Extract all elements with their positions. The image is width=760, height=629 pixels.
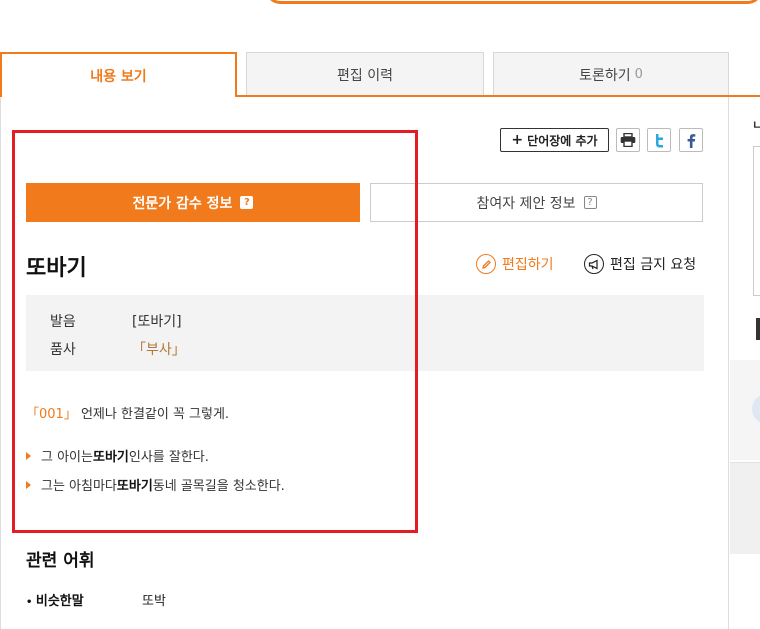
print-icon (620, 133, 636, 147)
sidebar-marker (756, 318, 760, 340)
twitter-icon (656, 133, 663, 147)
pos-row: 품사 「부사」 (50, 339, 186, 359)
subtab-label: 참여자 제안 정보 (476, 195, 576, 212)
tab-label: 토론하기 (579, 67, 631, 84)
content-border-left (0, 97, 1, 629)
print-button[interactable] (616, 128, 640, 152)
tab-edit-history[interactable]: 편집 이력 (246, 52, 484, 96)
example-pre: 그는 아침마다 (41, 479, 117, 494)
tab-content-view[interactable]: 내용 보기 (0, 52, 237, 97)
add-to-wordbook-button[interactable]: + 단어장에 추가 (500, 128, 609, 152)
synonym-key: 비슷한말 (26, 590, 142, 609)
tab-expert-info[interactable]: 전문가 감수 정보 ? (26, 183, 360, 222)
megaphone-icon (584, 254, 604, 274)
bullet-icon (26, 451, 31, 460)
headword: 또바기 (26, 256, 87, 281)
sidebar-box (753, 146, 760, 296)
help-icon[interactable]: ? (583, 196, 597, 209)
tab-label: 내용 보기 (90, 68, 147, 85)
top-nav-icons (120, 0, 186, 4)
content-tabs: 내용 보기 편집 이력 토론하기 0 (0, 52, 760, 97)
synonym-value[interactable]: 또박 (142, 590, 166, 609)
pronunciation-key: 발음 (50, 314, 76, 330)
content-border-right (728, 97, 729, 629)
example-pre: 그 아이는 (41, 450, 93, 465)
entry-info-box: 발음 [또바기] 품사 「부사」 (26, 295, 704, 371)
example-bold: 또바기 (116, 479, 153, 494)
example-post: 인사를 잘한다. (128, 450, 209, 465)
twitter-share-button[interactable] (647, 128, 671, 152)
active-tab-gap (2, 95, 235, 97)
edit-ban-request-button[interactable]: 편집 금지 요청 (584, 254, 696, 274)
ban-label: 편집 금지 요청 (610, 257, 697, 273)
pencil-icon (476, 254, 496, 274)
definition-text: 언제나 한결같이 꼭 그렇게. (80, 407, 230, 422)
example-post: 동네 골목길을 청소한다. (152, 479, 285, 494)
subtab-label: 전문가 감수 정보 (132, 195, 233, 212)
definition-number: 「001」 (26, 407, 77, 422)
discussion-count: 0 (634, 67, 643, 82)
wordbook-label: 단어장에 추가 (527, 133, 598, 148)
facebook-icon (687, 133, 696, 148)
example-item: 그 아이는 또바기 인사를 잘한다. (26, 446, 209, 465)
tab-discussion[interactable]: 토론하기 0 (493, 52, 729, 96)
pos-key: 품사 (50, 342, 76, 358)
help-icon[interactable]: ? (240, 196, 254, 209)
sidebar-title-fragment: ㄴ (752, 118, 760, 132)
tab-label: 편집 이력 (337, 67, 393, 84)
plus-icon: + (511, 132, 524, 148)
edit-label: 편집하기 (502, 257, 554, 273)
sidebar-panel-2 (730, 462, 760, 554)
pos-value[interactable]: 「부사」 (132, 339, 186, 359)
tab-participant-info[interactable]: 참여자 제안 정보 ? (370, 183, 703, 222)
edit-button[interactable]: 편집하기 (476, 254, 554, 274)
bullet-icon (26, 480, 31, 489)
pronunciation-value: [또바기] (132, 314, 182, 330)
example-bold: 또바기 (92, 450, 129, 465)
search-bar[interactable] (266, 0, 760, 4)
facebook-share-button[interactable] (679, 128, 703, 152)
related-synonym-row: 비슷한말 또박 (26, 590, 166, 609)
example-item: 그는 아침마다 또바기 동네 골목길을 청소한다. (26, 475, 285, 494)
related-words-title: 관련 어휘 (26, 551, 95, 571)
pronunciation-row: 발음 [또바기] (50, 311, 182, 331)
definition: 「001」 언제나 한결같이 꼭 그렇게. (26, 403, 229, 422)
